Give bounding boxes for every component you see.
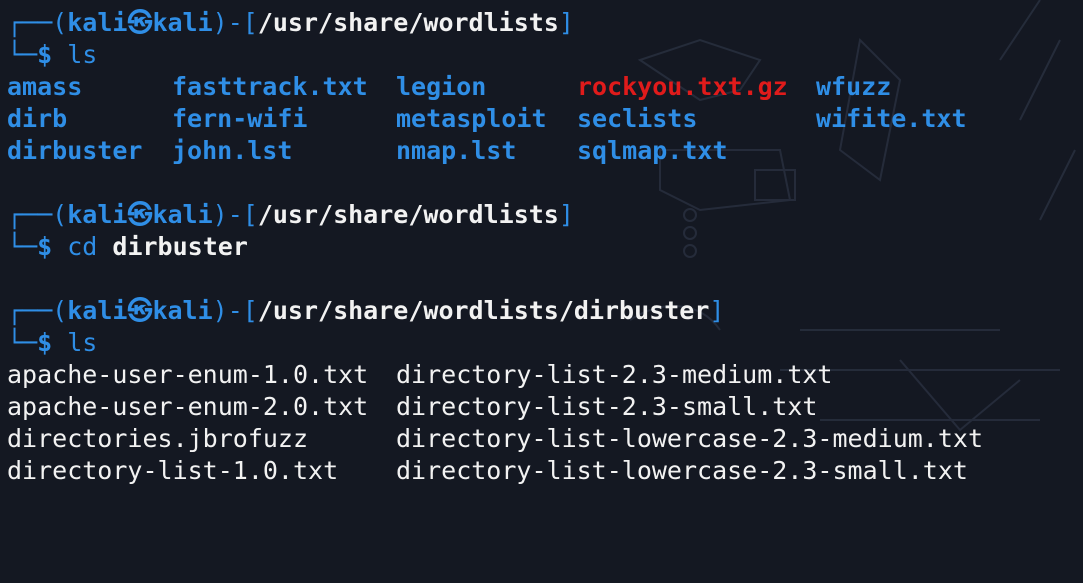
prompt-command-line: └─$ ls [7,328,98,357]
listing-row: apache-user-enum-2.0.txt directory-list-… [7,391,1077,423]
dir-entry: dirbuster [7,136,143,165]
kali-symbol-icon: ㉿ [127,8,153,37]
command-argument: dirbuster [112,232,248,261]
prompt-path: /usr/share/wordlists [257,8,559,37]
file-entry: nmap.lst [396,136,517,165]
dir-entry: metasploit [396,104,547,133]
dir-entry: legion [396,72,487,101]
command-text: ls [67,40,98,69]
kali-symbol-icon: ㉿ [127,200,153,229]
dir-entry: amass [7,72,83,101]
file-entry: directory-list-2.3-medium.txt [396,360,833,389]
listing-row: dirb fern-wifi metasploit seclists wifit… [7,103,1077,135]
prompt-dollar: $ [37,232,53,261]
listing-row: apache-user-enum-1.0.txt directory-list-… [7,359,1077,391]
command-text: ls [67,328,98,357]
prompt-host: kali [152,296,213,325]
prompt-user: kali [67,296,128,325]
prompt-host: kali [152,8,213,37]
prompt-header: ┌──(kali㉿kali)-[/usr/share/wordlists] [7,8,574,37]
file-entry: apache-user-enum-2.0.txt [7,392,369,421]
listing-row: amass fasttrack.txt legion rockyou.txt.g… [7,71,1077,103]
terminal-output: ┌──(kali㉿kali)-[/usr/share/wordlists] └─… [7,7,1077,487]
prompt-user: kali [67,8,128,37]
file-entry: fasttrack.txt [172,72,368,101]
prompt-path: /usr/share/wordlists/dirbuster [257,296,710,325]
listing-row: directory-list-1.0.txt directory-list-lo… [7,455,1077,487]
file-entry: john.lst [172,136,293,165]
prompt-path: /usr/share/wordlists [257,200,559,229]
prompt-dollar: $ [37,328,53,357]
file-entry: directory-list-1.0.txt [7,456,339,485]
prompt-command-line: └─$ cd dirbuster [7,232,248,261]
prompt-dollar: $ [37,40,53,69]
file-entry: apache-user-enum-1.0.txt [7,360,369,389]
file-entry: wifite.txt [816,104,967,133]
dir-entry: seclists [577,104,698,133]
prompt-user: kali [67,200,128,229]
file-entry: directory-list-lowercase-2.3-small.txt [396,456,968,485]
file-entry: directory-list-lowercase-2.3-medium.txt [396,424,983,453]
listing-row: directories.jbrofuzz directory-list-lowe… [7,423,1077,455]
prompt-host: kali [152,200,213,229]
archive-entry: rockyou.txt.gz [577,72,788,101]
dir-entry: wfuzz [816,72,892,101]
file-entry: directory-list-2.3-small.txt [396,392,818,421]
file-entry: directories.jbrofuzz [7,424,309,453]
command-text: cd [67,232,98,261]
prompt-header: ┌──(kali㉿kali)-[/usr/share/wordlists] [7,200,574,229]
kali-symbol-icon: ㉿ [127,296,153,325]
dir-entry: dirb [7,104,68,133]
listing-row: dirbuster john.lst nmap.lst sqlmap.txt [7,135,1077,167]
prompt-command-line: └─$ ls [7,40,98,69]
file-entry: sqlmap.txt [577,136,728,165]
prompt-frame: ┌──( [7,8,68,37]
prompt-header: ┌──(kali㉿kali)-[/usr/share/wordlists/dir… [7,296,725,325]
dir-entry: fern-wifi [172,104,308,133]
